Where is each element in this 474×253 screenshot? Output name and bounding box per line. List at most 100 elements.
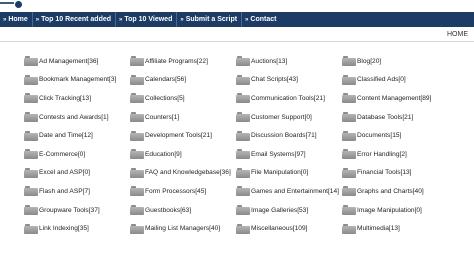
- folder-icon: [24, 167, 38, 178]
- category-link[interactable]: Form Processors [45]: [130, 182, 236, 201]
- logo: [0, 0, 474, 12]
- category-link[interactable]: Flash and ASP [7]: [24, 182, 130, 201]
- category-count: [5]: [177, 94, 185, 102]
- folder-icon: [342, 130, 356, 141]
- category-label: FAQ and Knowledgebase: [145, 169, 220, 177]
- category-link[interactable]: Error Handling [2]: [342, 145, 448, 164]
- category-link[interactable]: Development Tools [21]: [130, 126, 236, 145]
- category-link[interactable]: Excel and ASP [0]: [24, 164, 130, 183]
- category-count: [56]: [175, 76, 187, 84]
- category-count: [0]: [77, 150, 86, 158]
- category-label: Excel and ASP: [39, 169, 83, 177]
- category-link[interactable]: Communication Tools [21]: [236, 89, 342, 108]
- category-link[interactable]: Counters [1]: [130, 108, 236, 127]
- folder-icon: [236, 186, 250, 197]
- folder-icon: [130, 93, 144, 104]
- category-link[interactable]: Click Tracking [13]: [24, 89, 130, 108]
- category-link[interactable]: Documents [15]: [342, 126, 448, 145]
- folder-icon: [236, 205, 250, 216]
- category-link[interactable]: File Manipulation [0]: [236, 164, 342, 183]
- category-count: [40]: [209, 225, 221, 233]
- category-count: [1]: [101, 113, 109, 121]
- category-link[interactable]: Link Indexing [35]: [24, 219, 130, 238]
- category-link[interactable]: Graphs and Charts [40]: [342, 182, 448, 201]
- category-link[interactable]: Blog [20]: [342, 52, 448, 71]
- nav-home-label: Home: [8, 16, 28, 23]
- category-link[interactable]: FAQ and Knowledgebase [36]: [130, 164, 236, 183]
- category-link[interactable]: Date and Time [12]: [24, 126, 130, 145]
- category-link[interactable]: Image Manipulation [0]: [342, 201, 448, 220]
- nav-home[interactable]: » Home: [0, 12, 33, 27]
- folder-icon: [24, 93, 38, 104]
- category-count: [37]: [88, 206, 100, 214]
- category-label: Financial Tools: [357, 169, 401, 177]
- category-link[interactable]: Discussion Boards [71]: [236, 126, 342, 145]
- category-link[interactable]: Chat Scripts [43]: [236, 71, 342, 90]
- folder-icon: [24, 186, 38, 197]
- breadcrumb-home-link[interactable]: HOME: [447, 31, 468, 38]
- folder-icon: [342, 205, 356, 216]
- category-link[interactable]: Miscellaneous [109]: [236, 219, 342, 238]
- category-label: Error Handling: [357, 150, 400, 158]
- category-link[interactable]: Affiliate Programs [22]: [130, 52, 236, 71]
- category-link[interactable]: Image Galleries [53]: [236, 201, 342, 220]
- nav-top-10-recent[interactable]: » Top 10 Recent added: [33, 12, 117, 27]
- category-label: Ad Management: [39, 57, 88, 65]
- category-count: [63]: [180, 206, 192, 214]
- folder-icon: [24, 74, 38, 85]
- nav-submit-script[interactable]: » Submit a Script: [177, 12, 243, 27]
- folder-icon: [24, 205, 38, 216]
- category-link[interactable]: Classified Ads [0]: [342, 71, 448, 90]
- category-link[interactable]: Collections [5]: [130, 89, 236, 108]
- category-link[interactable]: Email Systems [97]: [236, 145, 342, 164]
- category-label: Content Management: [357, 94, 421, 102]
- category-label: Mailing List Managers: [145, 225, 210, 233]
- category-count: [0]: [304, 113, 312, 121]
- category-link[interactable]: Content Management [89]: [342, 89, 448, 108]
- category-link[interactable]: Calendars [56]: [130, 71, 236, 90]
- nav-top-10-viewed[interactable]: » Top 10 Viewed: [116, 12, 178, 27]
- category-label: Classified Ads: [357, 76, 399, 84]
- folder-icon: [130, 74, 144, 85]
- category-link[interactable]: Ad Management [36]: [24, 52, 130, 71]
- folder-icon: [342, 74, 356, 85]
- folder-icon: [130, 205, 144, 216]
- category-count: [36]: [87, 57, 99, 65]
- category-link[interactable]: Games and Entertainment [14]: [236, 182, 342, 201]
- breadcrumb: HOME: [0, 30, 474, 42]
- folder-icon: [130, 112, 144, 123]
- category-link[interactable]: Customer Support [0]: [236, 108, 342, 127]
- category-count: [53]: [297, 206, 309, 214]
- category-count: [20]: [370, 57, 382, 65]
- category-link[interactable]: Contests and Awards [1]: [24, 108, 130, 127]
- category-count: [14]: [327, 187, 339, 195]
- category-link[interactable]: Financial Tools [13]: [342, 164, 448, 183]
- top-navigation-bar: » Home » Top 10 Recent added » Top 10 Viewe…: [0, 12, 474, 27]
- category-count: [13]: [80, 94, 92, 102]
- folder-icon: [24, 149, 38, 160]
- category-link[interactable]: Multimedia [13]: [342, 219, 448, 238]
- category-link[interactable]: Database Tools [21]: [342, 108, 448, 127]
- category-count: [12]: [81, 132, 93, 140]
- nav-top-10-recent-label: Top 10 Recent added: [41, 16, 112, 23]
- folder-icon: [130, 186, 144, 197]
- category-count: [0]: [398, 76, 406, 84]
- logo-dot: [15, 1, 22, 8]
- category-link[interactable]: Mailing List Managers [40]: [130, 219, 236, 238]
- nav-contact[interactable]: » Contact: [242, 12, 280, 27]
- category-count: [40]: [412, 187, 424, 195]
- category-link[interactable]: Education [9]: [130, 145, 236, 164]
- category-count: [36]: [219, 169, 231, 177]
- category-label: Groupware Tools: [39, 206, 89, 214]
- category-label: Education: [145, 150, 175, 158]
- category-link[interactable]: Groupware Tools [37]: [24, 201, 130, 220]
- category-link[interactable]: Auctions [13]: [236, 52, 342, 71]
- category-count: [2]: [399, 150, 407, 158]
- category-link[interactable]: E-Commerce [0]: [24, 145, 130, 164]
- category-link[interactable]: Bookmark Management [3]: [24, 71, 130, 90]
- arrow-right-icon: »: [245, 16, 249, 23]
- category-count: [15]: [390, 132, 402, 140]
- category-link[interactable]: Guestbooks [63]: [130, 201, 236, 220]
- folder-icon: [342, 56, 356, 67]
- folder-icon: [236, 93, 250, 104]
